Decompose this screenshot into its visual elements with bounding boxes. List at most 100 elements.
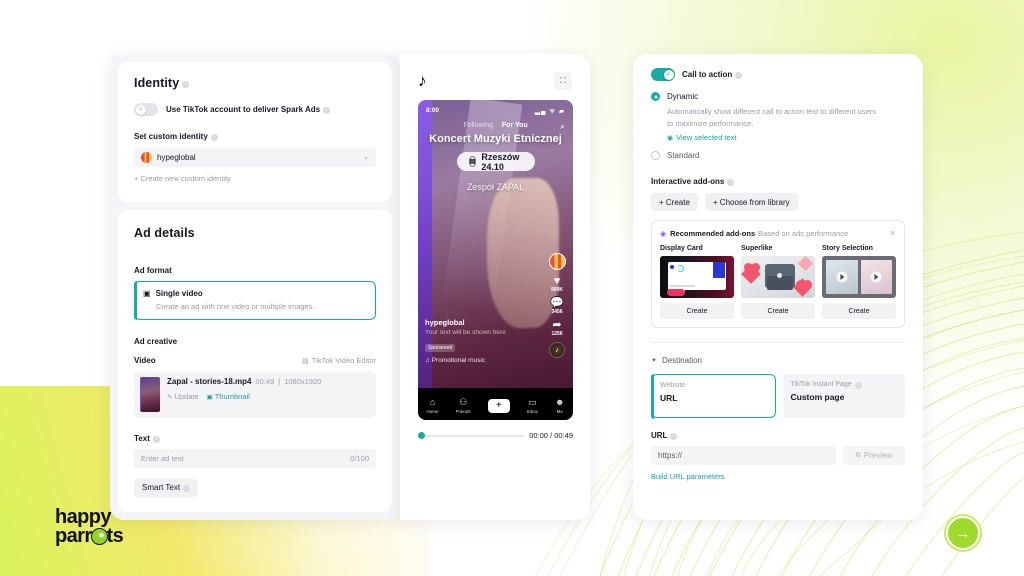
comment-count: 3456 — [551, 309, 563, 315]
smart-text-button[interactable]: Smart Text — [134, 478, 199, 497]
addon-thumbnail-story-selection[interactable] — [822, 256, 896, 299]
create-post-button[interactable]: + — [485, 398, 510, 413]
nav-label-home: Home — [426, 409, 439, 414]
timeline-time: 00:00 / 00:49 — [529, 431, 573, 440]
info-icon[interactable] — [210, 134, 218, 141]
create-identity-link[interactable]: + Create new custom identity — [134, 174, 376, 183]
cta-dynamic-description: Automatically show different call to act… — [667, 107, 876, 128]
addons-library-button[interactable]: + Choose from library — [704, 193, 798, 212]
identity-select[interactable]: hypeglobal ⌄ — [134, 147, 376, 167]
share-action[interactable]: ➦ 1256 — [545, 319, 569, 338]
next-button[interactable]: → — [946, 516, 980, 550]
spark-ads-label: Use TikTok account to deliver Spark Ads — [166, 105, 321, 114]
cta-label: Call to action — [682, 70, 733, 79]
arrow-right-icon: → — [955, 524, 971, 542]
destination-kind: TikTok Instant Page — [790, 381, 852, 389]
destination-value: URL — [660, 393, 678, 404]
ad-details-panel: Ad details Ad format ▣ Single video Crea… — [118, 210, 392, 512]
addon-thumbnail-superlike[interactable] — [741, 256, 815, 299]
info-icon[interactable] — [735, 72, 743, 79]
video-timeline[interactable]: 00:00 / 00:49 — [418, 431, 573, 440]
video-thumbnail[interactable] — [140, 377, 160, 412]
nav-item-home[interactable]: ⌂ Home — [427, 397, 439, 414]
nav-item-me[interactable]: ☻ Me — [555, 397, 564, 414]
tab-for-you[interactable]: For You — [502, 122, 528, 129]
nav-item-inbox[interactable]: ▭ Inbox — [527, 397, 538, 414]
addon-title: Display Card — [660, 245, 703, 253]
addons-create-button[interactable]: + Create — [651, 193, 698, 212]
chevron-down-icon: ⌄ — [363, 154, 369, 161]
addon-create-button[interactable]: Create — [822, 303, 896, 320]
music-label-text: Promotional music — [431, 357, 486, 364]
addon-thumbnail-display-card[interactable] — [660, 256, 734, 299]
addon-item-story-selection: Story Selection Create — [822, 245, 896, 320]
destination-option-website[interactable]: Website URL — [650, 373, 776, 419]
info-icon[interactable] — [182, 80, 190, 88]
nav-label-inbox: Inbox — [526, 409, 538, 414]
tab-following[interactable]: Following — [463, 122, 493, 129]
addon-create-button[interactable]: Create — [660, 303, 734, 320]
brand-logo-line2-a: parr — [55, 525, 92, 547]
like-action[interactable]: ♥ 999K — [545, 276, 569, 294]
toggle-knob: ✓ — [663, 69, 674, 80]
cta-toggle-row[interactable]: ✓ Call to action — [651, 68, 905, 81]
info-icon[interactable] — [670, 433, 678, 441]
phone-preview[interactable]: 8:00 ▂▄ ᯤ ▰ Following For You ⌕ Koncert … — [418, 100, 573, 420]
search-icon[interactable]: ⌕ — [560, 121, 565, 132]
addon-item-display-card: Display Card Create — [660, 245, 734, 320]
timeline-scrubber[interactable] — [418, 432, 425, 439]
ad-text-input[interactable]: Enter ad text 0/100 — [134, 449, 376, 468]
radio-standard[interactable] — [651, 151, 660, 161]
spark-ads-toggle[interactable]: ✕ — [134, 103, 158, 116]
update-link[interactable]: Update — [174, 392, 198, 401]
build-url-parameters-link[interactable]: Build URL parameters — [651, 472, 905, 481]
like-count: 999K — [551, 287, 563, 293]
url-input-row: https:// ⧉ Preview — [651, 446, 905, 466]
share-icon: ➦ — [552, 319, 562, 331]
info-icon[interactable] — [152, 436, 160, 443]
comment-action[interactable]: 💬 3456 — [545, 297, 569, 316]
cta-option-dynamic[interactable]: Dynamic — [651, 92, 905, 101]
radio-dynamic[interactable] — [651, 92, 660, 101]
cta-option-standard[interactable]: Standard — [651, 151, 905, 161]
music-note-icon: ♫ — [425, 357, 430, 364]
caret-down-icon: ▼ — [651, 357, 657, 364]
text-label: Text — [134, 434, 150, 443]
addon-create-button[interactable]: Create — [741, 303, 815, 320]
info-icon[interactable] — [323, 107, 331, 114]
view-selected-text-link[interactable]: View selected text — [676, 133, 736, 142]
url-input[interactable]: https:// — [651, 446, 836, 466]
expand-icon[interactable]: ⛶ — [554, 72, 572, 90]
video-duration: 00:49 — [255, 377, 275, 386]
music-disc-icon[interactable]: ♪ — [549, 342, 565, 358]
preview-button[interactable]: ⧉ Preview — [843, 446, 905, 466]
destination-label: Destination — [661, 356, 702, 366]
call-to-action-toggle[interactable]: ✓ — [651, 68, 675, 81]
thumbnail-link[interactable]: Thumbnail — [215, 392, 250, 401]
timeline-track[interactable] — [418, 432, 525, 439]
comment-icon: 💬 — [550, 297, 564, 309]
profile-avatar-icon[interactable] — [548, 253, 566, 270]
ad-format-description: Create an ad with one video or multiple … — [156, 302, 315, 311]
tiktok-video-editor-link[interactable]: TikTok Video Editor — [312, 356, 376, 365]
close-icon[interactable]: ✕ — [889, 229, 896, 238]
ad-format-single-video-option[interactable]: ▣ Single video Create an ad with one vid… — [133, 280, 376, 321]
account-name[interactable]: hypeglobal — [425, 318, 521, 327]
ad-format-label: Ad format — [134, 266, 172, 275]
destination-header[interactable]: ▼ Destination — [651, 356, 905, 365]
video-headline: Koncert Muzyki Etnicznej — [429, 133, 562, 145]
feed-tabs[interactable]: Following For You — [418, 122, 573, 129]
brand-logo-line2: parr ts — [55, 525, 124, 547]
caption-block: hypeglobal Your text will be shown here … — [425, 318, 521, 364]
info-icon[interactable] — [854, 382, 862, 390]
nav-item-friends[interactable]: ⚇ Friends — [456, 397, 471, 414]
bottom-nav[interactable]: ⌂ Home ⚇ Friends + ▭ Inbox ☻ Me — [418, 388, 573, 420]
share-count: 1256 — [551, 331, 563, 337]
info-icon[interactable] — [727, 179, 735, 187]
info-icon[interactable] — [183, 485, 191, 492]
destination-option-instant-page[interactable]: TikTok Instant Page Custom page — [782, 374, 905, 419]
preview-button-label: Preview — [863, 451, 893, 461]
event-pill-text: Rzeszów 24.10 — [481, 151, 520, 172]
spark-ads-toggle-row[interactable]: ✕ Use TikTok account to deliver Spark Ad… — [134, 103, 376, 116]
brand-logo: happy parr ts — [55, 507, 124, 547]
